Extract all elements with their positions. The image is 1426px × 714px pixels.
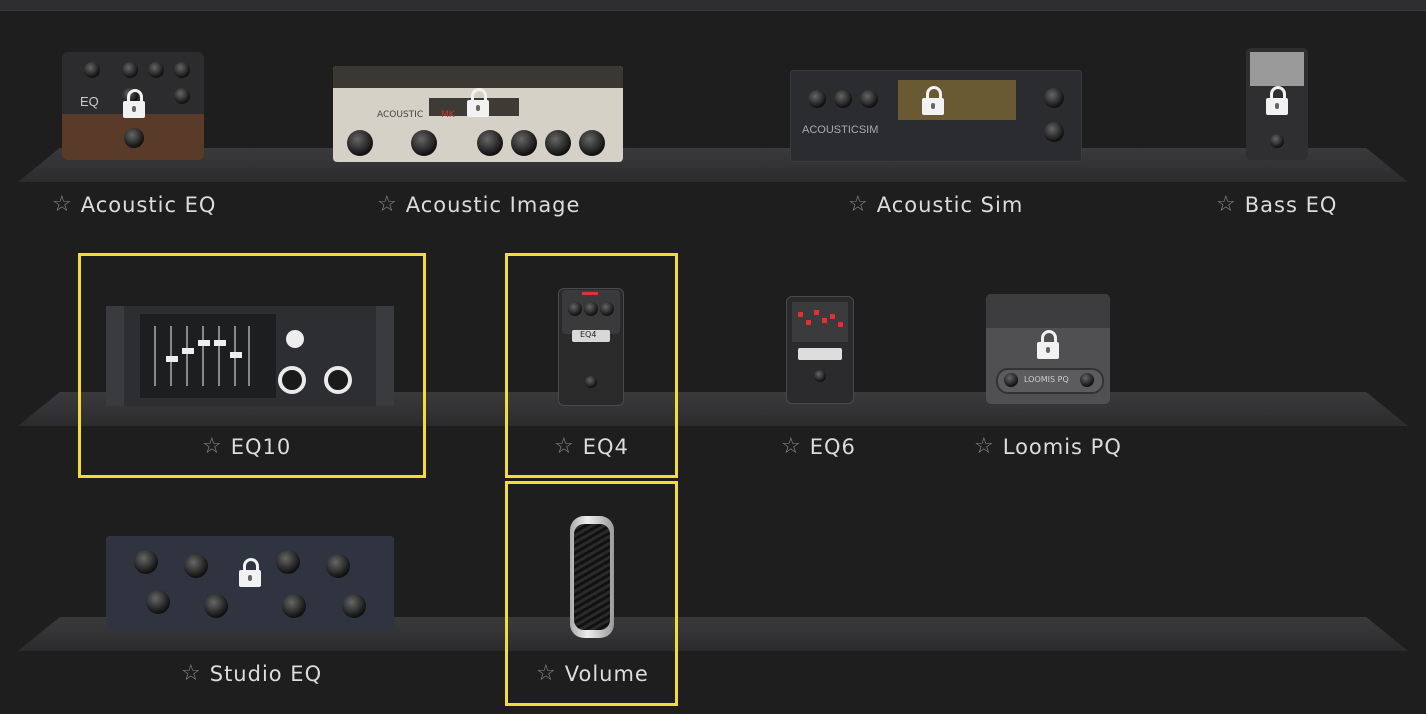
top-bar xyxy=(0,0,1426,11)
loomis-brand-text: LOOMIS PQ xyxy=(1024,375,1069,384)
effect-label: Acoustic Image xyxy=(405,193,581,217)
studio-eq-thumbnail xyxy=(106,536,394,630)
acoustic-image-brand-text: ACOUSTIC xyxy=(377,110,424,120)
star-icon[interactable]: ☆ xyxy=(1216,194,1237,216)
highlight-box-eq10 xyxy=(78,253,426,478)
eq6-thumbnail xyxy=(786,296,854,404)
loomis-pq-thumbnail: LOOMIS PQ xyxy=(986,294,1110,404)
effect-label: Studio EQ xyxy=(209,662,323,686)
star-icon[interactable]: ☆ xyxy=(377,194,398,216)
lock-icon xyxy=(123,89,145,118)
effect-label: Acoustic Sim xyxy=(876,193,1024,217)
acoustic-eq-brand-text: EQ xyxy=(80,94,99,109)
star-icon[interactable]: ☆ xyxy=(52,194,73,216)
acoustic-image-mk-text: MK xyxy=(441,110,455,120)
effect-label: Acoustic EQ xyxy=(80,193,217,217)
shelf-row-1 xyxy=(18,148,1408,182)
effect-label: Bass EQ xyxy=(1244,193,1338,217)
acoustic-eq-thumbnail: EQ xyxy=(62,52,204,160)
effect-label: EQ6 xyxy=(809,435,856,459)
effect-label: Loomis PQ xyxy=(1002,435,1122,459)
lock-icon xyxy=(467,88,489,117)
star-icon[interactable]: ☆ xyxy=(974,436,995,458)
lock-icon xyxy=(1037,330,1059,359)
lock-icon xyxy=(1266,86,1288,115)
star-icon[interactable]: ☆ xyxy=(848,194,869,216)
acoustic-sim-thumbnail: ACOUSTICSIM xyxy=(790,70,1082,162)
bass-eq-thumbnail xyxy=(1246,48,1308,160)
lock-icon xyxy=(239,558,261,587)
lock-icon xyxy=(922,86,944,115)
acoustic-sim-brand-text: ACOUSTICSIM xyxy=(802,124,879,136)
star-icon[interactable]: ☆ xyxy=(781,436,802,458)
highlight-box-eq4 xyxy=(505,253,678,478)
acoustic-image-thumbnail: ACOUSTIC MK xyxy=(333,66,623,162)
highlight-box-volume xyxy=(505,481,678,706)
star-icon[interactable]: ☆ xyxy=(181,663,202,685)
